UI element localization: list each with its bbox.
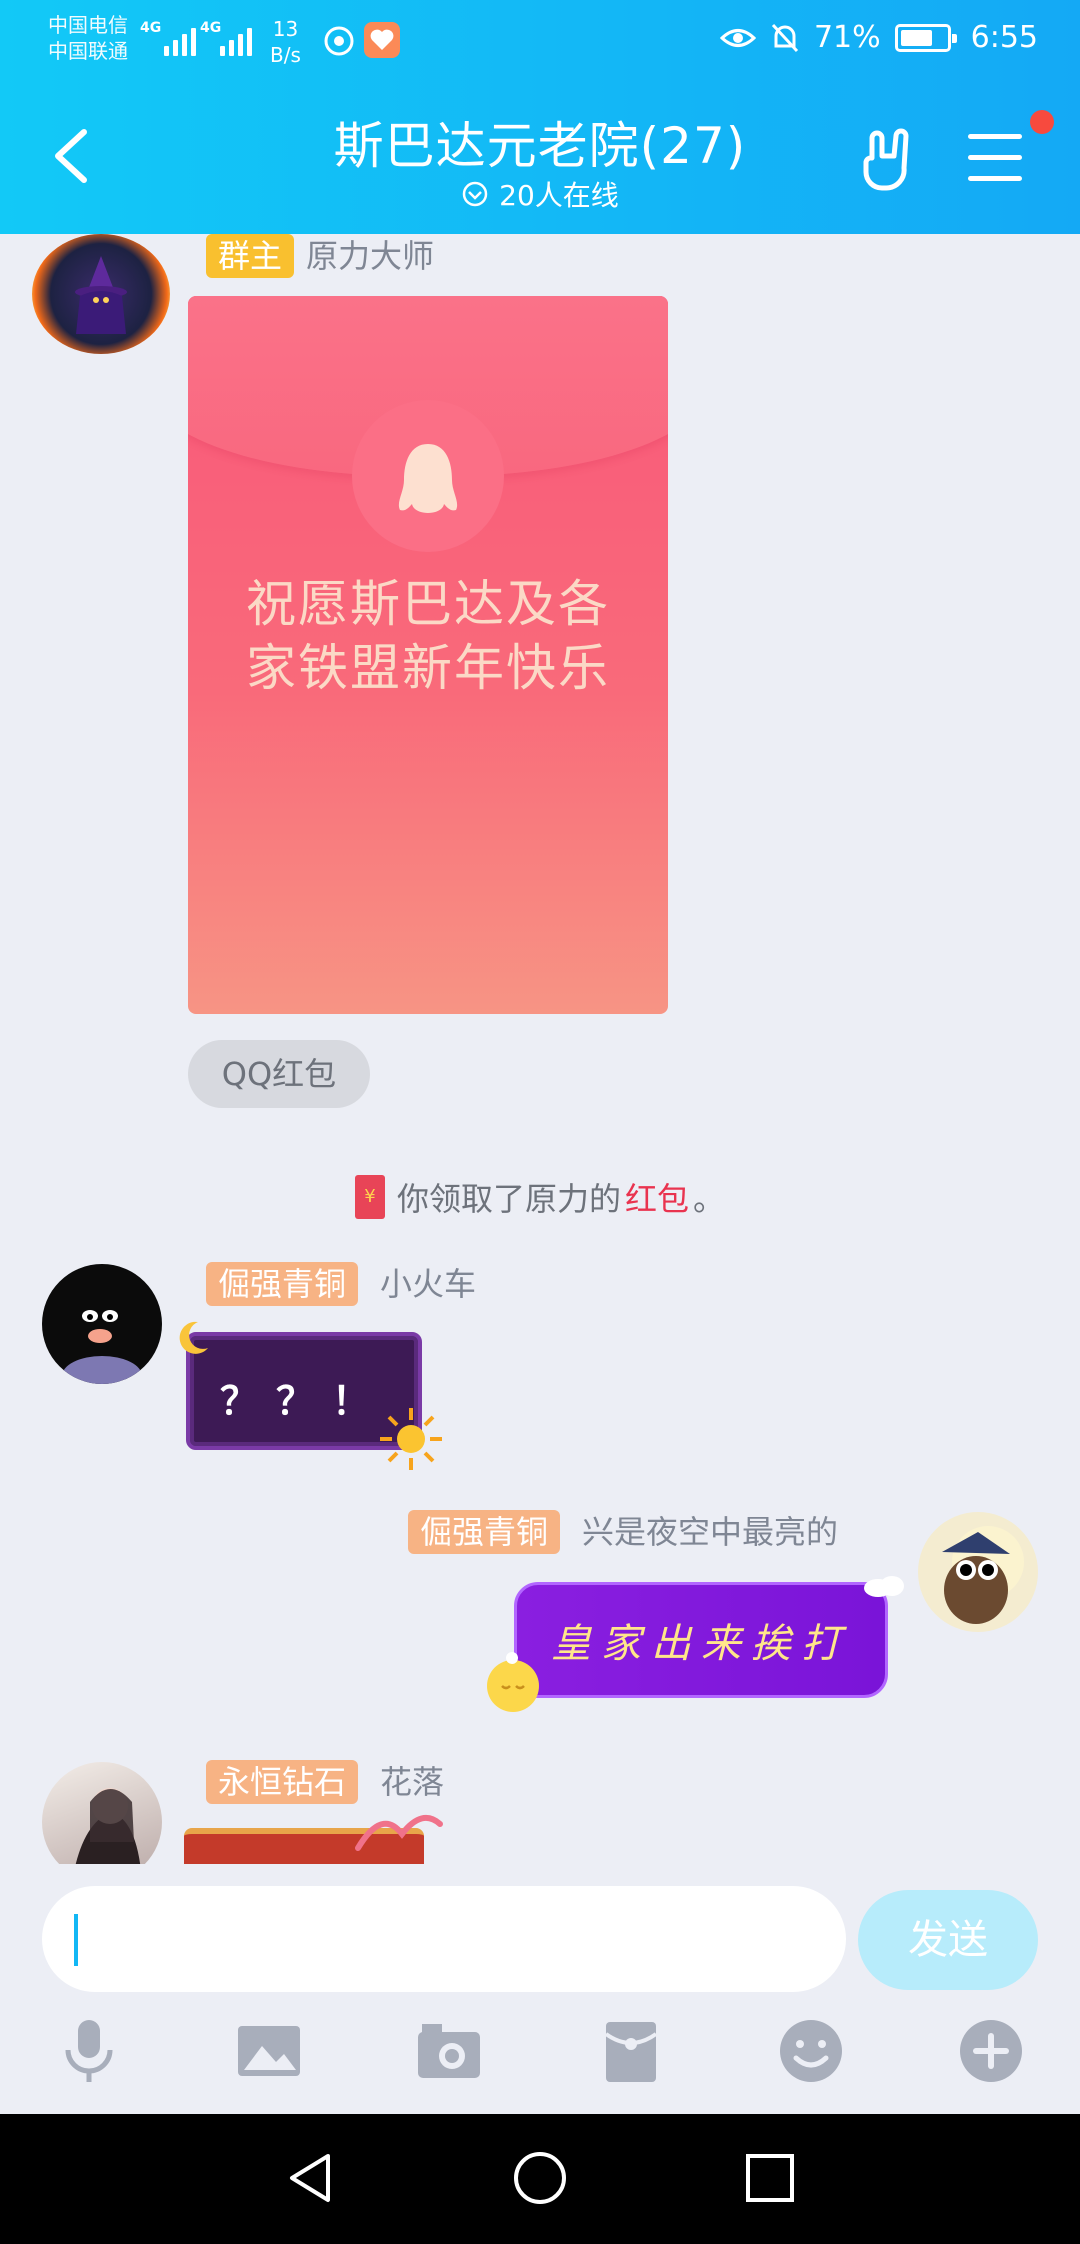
ribbon-decoration-icon [355, 1814, 443, 1851]
battery-icon [894, 23, 957, 52]
speed-value: 13 [272, 17, 299, 41]
mute-bell-icon [771, 23, 799, 52]
sender-name[interactable]: 花落 [380, 1760, 444, 1804]
avatar[interactable] [32, 234, 170, 354]
moon-face-decoration-icon [487, 1652, 539, 1712]
carrier-1: 中国电信 [48, 13, 128, 37]
red-packet-icon[interactable] [596, 2016, 666, 2086]
text-caret [74, 1914, 78, 1966]
status-bar: 中国电信 中国联通 4G 4G 13 B/s 71% 6:55 [0, 0, 1080, 84]
status-right: 71% 6:55 [719, 20, 1038, 55]
nav-home-icon[interactable] [512, 2150, 568, 2210]
plus-icon[interactable] [956, 2016, 1026, 2086]
red-packet-small-icon: ¥ [354, 1175, 385, 1219]
image-icon[interactable] [234, 2016, 304, 2086]
online-label: 20人在线 [499, 179, 619, 212]
system-message-suffix: 。 [693, 1180, 726, 1218]
header-bar: 中国电信 中国联通 4G 4G 13 B/s 71% 6:55 斯巴达元老院(2… [0, 0, 1080, 234]
nav-bar: 斯巴达元老院(27) 20人在线 [0, 84, 1080, 234]
chat-area[interactable]: 群主 原力大师 祝愿斯巴达及各家铁盟新年快乐 QQ红包 ¥ 你领取了原力的 红包… [0, 234, 1080, 1864]
eye-icon [719, 28, 756, 47]
hand-gesture-icon[interactable] [858, 128, 920, 194]
system-message-prefix: 你领取了原力的 [396, 1180, 621, 1218]
member-badge: 群主 [206, 234, 295, 278]
message-bubble[interactable]: 皇家出来挨打 [514, 1582, 888, 1698]
carrier-2: 中国联通 [48, 39, 128, 63]
emoji-icon[interactable] [776, 2016, 846, 2086]
network-type-1: 4G [140, 20, 162, 36]
avatar-cat-image [942, 1526, 1024, 1624]
cloud-decoration-icon [864, 1576, 904, 1597]
signal-icon [164, 22, 196, 56]
sun-decoration-icon [380, 1408, 442, 1470]
member-badge: 倔强青铜 [408, 1510, 561, 1554]
qq-penguin-icon [398, 444, 458, 513]
hotspot-icon [324, 26, 354, 56]
message-text: 皇家出来挨打 [551, 1621, 851, 1667]
send-button[interactable]: 发送 [858, 1890, 1038, 1990]
battery-percent: 71% [813, 20, 881, 55]
system-navigation-bar [0, 2114, 1080, 2244]
network-type-2: 4G [200, 20, 222, 36]
carrier-labels: 中国电信 中国联通 [48, 12, 128, 64]
red-packet-link[interactable]: 红包 [625, 1174, 689, 1220]
member-badge: 倔强青铜 [206, 1262, 359, 1306]
avatar-portrait-image [75, 1788, 141, 1864]
avatar[interactable] [42, 1762, 162, 1864]
clock: 6:55 [970, 20, 1038, 55]
member-badge: 永恒钻石 [206, 1760, 359, 1804]
packet-type-label: QQ红包 [188, 1040, 370, 1108]
system-message: ¥ 你领取了原力的 红包 。 [0, 1174, 1080, 1220]
menu-icon[interactable] [968, 134, 1022, 184]
avatar[interactable] [42, 1264, 162, 1384]
input-bar: 发送 [0, 1864, 1080, 2114]
signal-icon [220, 22, 252, 56]
speed-unit: B/s [270, 43, 301, 67]
nav-recents-icon[interactable] [742, 2150, 798, 2210]
network-speed: 13 B/s [270, 16, 301, 68]
message-input[interactable] [42, 1886, 846, 1992]
nav-back-icon[interactable] [282, 2150, 338, 2210]
camera-icon[interactable] [414, 2016, 484, 2086]
mic-icon[interactable] [54, 2016, 124, 2086]
notification-dot [1030, 110, 1054, 134]
online-check-icon [462, 181, 488, 207]
avatar[interactable] [918, 1512, 1038, 1632]
avatar-cartoon-image [62, 1310, 142, 1384]
avatar-wizard-image [75, 256, 127, 334]
health-app-icon [364, 22, 400, 58]
red-packet-message: 祝愿斯巴达及各家铁盟新年快乐 [246, 575, 610, 697]
sender-name[interactable]: 兴是夜空中最亮的 [582, 1510, 838, 1554]
sender-name[interactable]: 小火车 [380, 1262, 476, 1306]
moon-decoration-icon [179, 1321, 208, 1354]
red-packet-card[interactable]: 祝愿斯巴达及各家铁盟新年快乐 [188, 296, 668, 1014]
sender-name[interactable]: 原力大师 [306, 234, 434, 278]
